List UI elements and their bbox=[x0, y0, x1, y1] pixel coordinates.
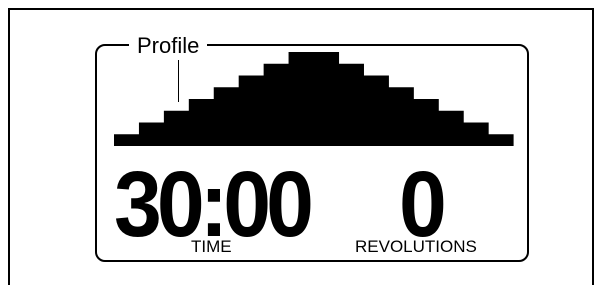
profile-bar-7 bbox=[263, 63, 290, 146]
profile-bar-12 bbox=[388, 87, 414, 146]
profile-bar-6 bbox=[238, 75, 265, 146]
profile-bar-14 bbox=[438, 110, 464, 146]
profile-bar-4 bbox=[188, 99, 215, 146]
profile-bar-13 bbox=[413, 99, 439, 146]
profile-bar-9 bbox=[313, 52, 340, 146]
revolutions-label: REVOLUTIONS bbox=[355, 237, 477, 256]
profile-bar-8 bbox=[288, 52, 315, 146]
profile-bar-11 bbox=[363, 75, 389, 146]
profile-bar-1 bbox=[114, 134, 140, 146]
profile-bar-3 bbox=[163, 110, 190, 146]
profile-bar-5 bbox=[213, 87, 240, 146]
profile-bar-2 bbox=[138, 122, 165, 146]
profile-bar-15 bbox=[463, 122, 489, 146]
profile-bar-16 bbox=[488, 134, 514, 146]
profile-leader-line bbox=[178, 60, 179, 102]
profile-label: Profile bbox=[129, 33, 208, 59]
time-label: TIME bbox=[191, 237, 232, 256]
profile-bar-10 bbox=[338, 63, 364, 146]
